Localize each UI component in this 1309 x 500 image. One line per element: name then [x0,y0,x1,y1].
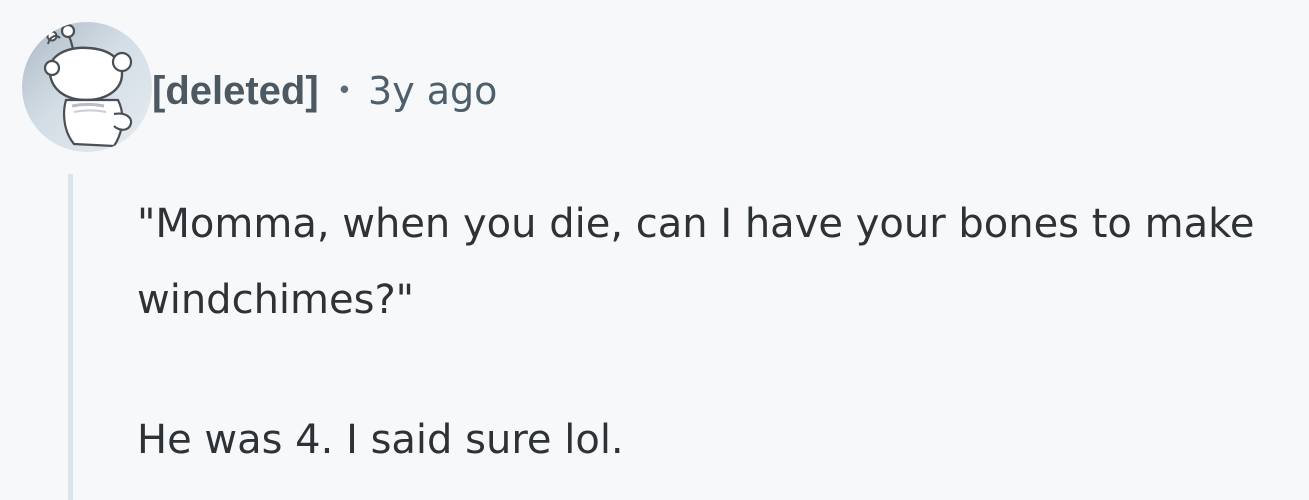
comment-meta: [deleted] • 3y ago [152,66,497,116]
comment-paragraph: He was 4. I said sure lol. [137,417,624,463]
snoo-icon [43,23,133,148]
avatar-icon[interactable] [22,22,152,152]
comment-paragraph: "Momma, when you die, can I have your bo… [137,201,1255,323]
comment: [deleted] • 3y ago "Momma, when you die,… [0,0,1309,500]
separator-dot: • [336,76,353,106]
author-link[interactable]: [deleted] [152,66,319,116]
comment-body: "Momma, when you die, can I have your bo… [137,186,1302,478]
timestamp-link[interactable]: 3y ago [368,66,497,116]
thread-collapse-line[interactable] [68,174,73,500]
